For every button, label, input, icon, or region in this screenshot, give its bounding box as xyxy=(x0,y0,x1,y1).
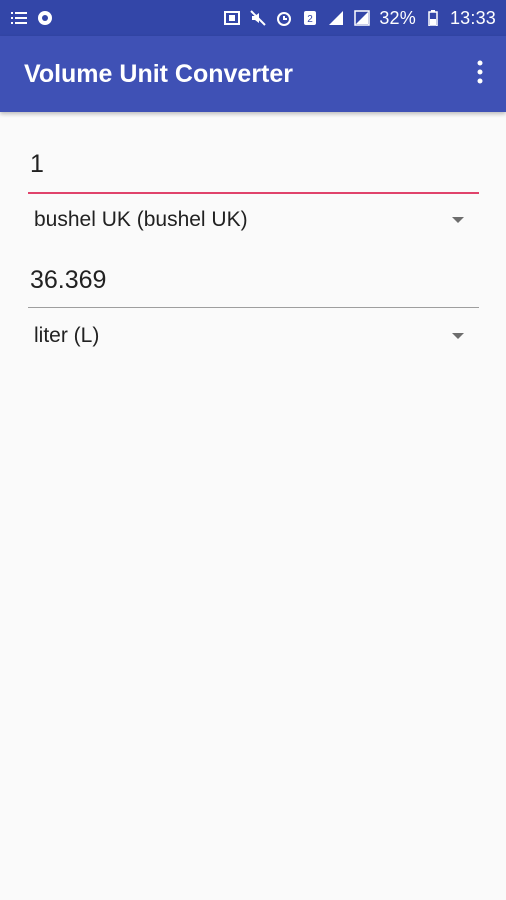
dropdown-arrow-icon xyxy=(452,333,464,339)
status-left xyxy=(10,9,54,27)
battery-icon xyxy=(424,9,442,27)
more-vert-icon xyxy=(477,60,483,89)
result-value-text: 36.369 xyxy=(30,266,107,294)
signal-icon xyxy=(327,9,345,27)
mute-icon xyxy=(249,9,267,27)
status-right: 2 32% 13:33 xyxy=(223,8,496,29)
from-unit-dropdown[interactable]: bushel UK (bushel UK) xyxy=(34,198,464,242)
sim2-icon: 2 xyxy=(301,9,319,27)
input-value-field[interactable]: 1 xyxy=(28,150,479,194)
dropdown-arrow-icon xyxy=(452,217,464,223)
status-bar: 2 32% 13:33 xyxy=(0,0,506,36)
app-title: Volume Unit Converter xyxy=(24,59,294,88)
more-options-button[interactable] xyxy=(468,54,492,94)
clock: 13:33 xyxy=(449,7,496,28)
to-unit-label: liter (L) xyxy=(34,324,100,347)
signal-icon xyxy=(353,9,371,27)
result-value-field[interactable]: 36.369 xyxy=(28,266,479,308)
svg-text:2: 2 xyxy=(308,14,314,25)
nfc-icon xyxy=(223,9,241,27)
bug-icon xyxy=(36,9,54,27)
list-icon xyxy=(10,9,28,27)
to-unit-dropdown[interactable]: liter (L) xyxy=(34,314,464,358)
battery-percent: 32% xyxy=(379,7,416,28)
from-unit-label: bushel UK (bushel UK) xyxy=(34,208,248,231)
app-bar: Volume Unit Converter xyxy=(0,36,506,112)
alarm-icon xyxy=(275,9,293,27)
input-value-text: 1 xyxy=(30,150,44,178)
